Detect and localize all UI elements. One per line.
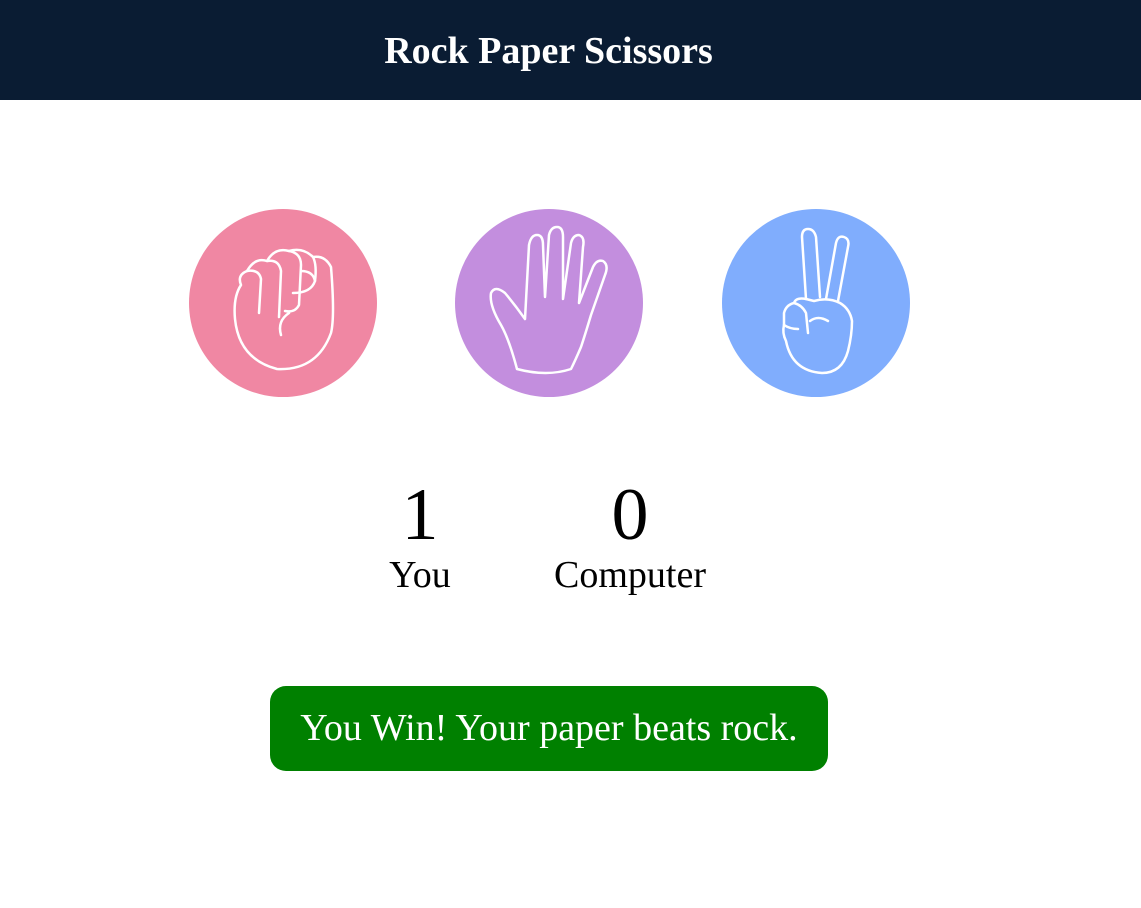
score-computer: 0 Computer xyxy=(540,475,720,595)
result-message: You Win! Your paper beats rock. xyxy=(270,686,828,771)
peace-sign-icon xyxy=(722,209,910,397)
fist-icon xyxy=(189,209,377,397)
paper-button[interactable] xyxy=(455,209,643,397)
scissors-button[interactable] xyxy=(722,209,910,397)
score-you-label: You xyxy=(389,554,451,596)
score-you-value: 1 xyxy=(401,474,439,556)
score-computer-value: 0 xyxy=(611,474,649,556)
header-bar: Rock Paper Scissors xyxy=(0,0,1141,100)
score-computer-label: Computer xyxy=(554,554,706,596)
page-title: Rock Paper Scissors xyxy=(384,30,713,72)
open-hand-icon xyxy=(455,209,643,397)
score-you: 1 You xyxy=(360,475,480,595)
rock-button[interactable] xyxy=(189,209,377,397)
